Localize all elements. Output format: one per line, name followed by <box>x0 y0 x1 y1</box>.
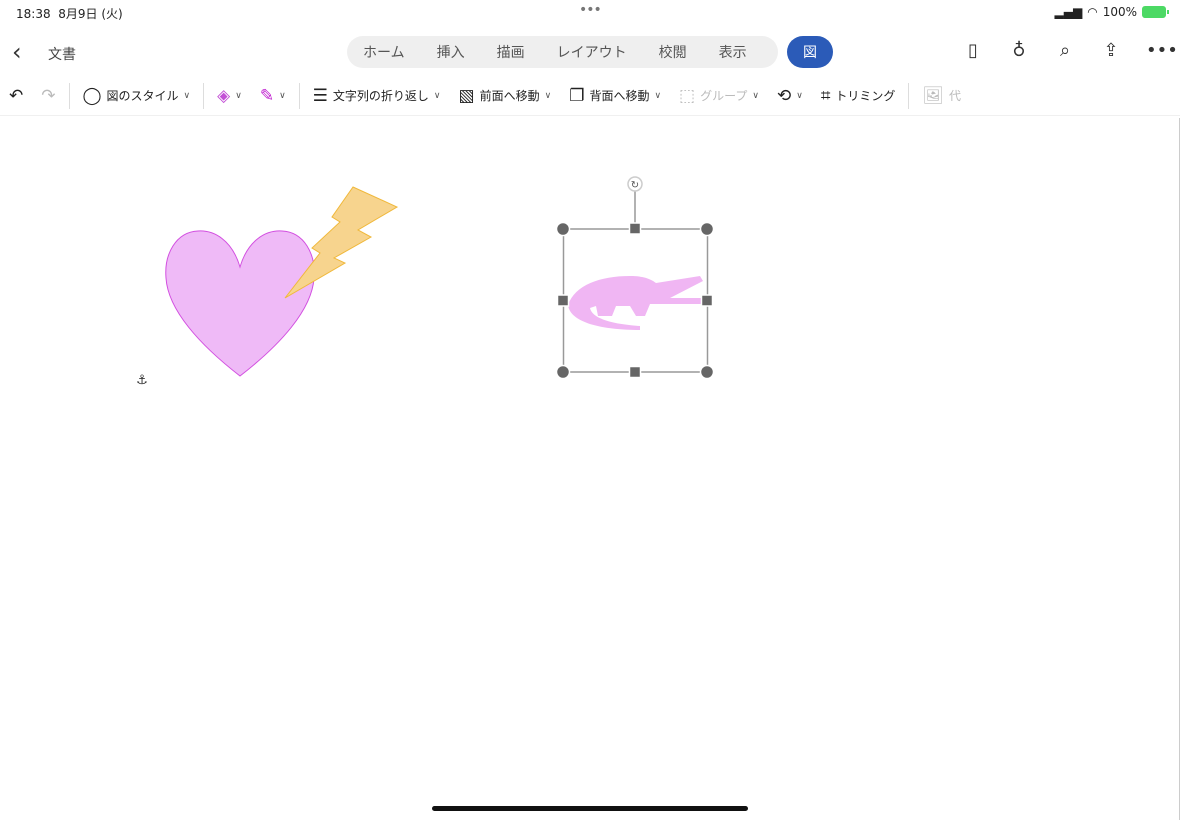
crop-button[interactable]: ⌗ トリミング <box>812 86 905 106</box>
resize-handle-edge[interactable] <box>556 294 570 307</box>
chevron-down-icon: ∨ <box>235 90 242 101</box>
battery-icon <box>1142 6 1169 18</box>
alt-text-button[interactable]: 🖼 代 <box>913 86 970 106</box>
line-color-button[interactable]: ✎ ∨ <box>251 86 295 106</box>
lightbulb-icon[interactable]: ♁ <box>1008 40 1030 61</box>
send-backward-icon: ❐ <box>569 85 585 106</box>
rotate-icon: ↻ <box>631 180 639 191</box>
share-icon[interactable]: ⇪ <box>1100 40 1122 61</box>
picture-style-button[interactable]: ◯ 図のスタイル ∨ <box>74 86 200 106</box>
multitasking-dots-icon[interactable]: ••• <box>579 2 602 18</box>
resize-handle-edge[interactable] <box>700 294 714 307</box>
heart-shape[interactable] <box>165 230 315 377</box>
crocodile-icon[interactable] <box>568 276 703 330</box>
anchor-icon[interactable]: ⚓ <box>136 373 148 388</box>
group-icon: ⬚ <box>679 85 696 106</box>
group-button[interactable]: ⬚ グループ ∨ <box>670 86 768 106</box>
search-icon[interactable]: ⌕ <box>1054 40 1076 61</box>
divider <box>203 82 205 109</box>
resize-handle-corner[interactable] <box>555 221 571 237</box>
chevron-down-icon: ∨ <box>279 90 286 101</box>
fill-button[interactable]: ◈ ∨ <box>208 86 251 106</box>
bring-forward-icon: ▧ <box>458 85 475 106</box>
chevron-down-icon: ∨ <box>654 90 662 101</box>
ribbon-toolbar: ↶ ↷ ◯ 図のスタイル ∨ ◈ ∨ ✎ ∨ ☰ 文字列の折り返し ∨ ▧ 前面へ移動 ∨ ❐ 背… <box>0 76 1180 116</box>
battery-percent: 100% <box>1102 5 1137 19</box>
more-icon[interactable]: ••• <box>1146 40 1178 61</box>
fill-bucket-icon: ◈ <box>217 85 231 106</box>
alt-text-icon: 🖼 <box>922 85 945 106</box>
resize-handle-corner[interactable] <box>555 364 571 380</box>
redo-icon: ↷ <box>41 85 56 106</box>
resize-handle-edge[interactable] <box>628 365 642 379</box>
crop-icon: ⌗ <box>820 85 831 106</box>
ribbon-tabs: ホーム 挿入 描画 レイアウト 校閲 表示 <box>347 36 778 68</box>
chevron-down-icon: ∨ <box>183 90 191 101</box>
send-backward-button[interactable]: ❐ 背面へ移動 ∨ <box>560 86 670 106</box>
divider <box>298 82 300 109</box>
wrap-text-button[interactable]: ☰ 文字列の折り返し ∨ <box>304 86 450 106</box>
tab-insert[interactable]: 挿入 <box>421 42 481 62</box>
document-title[interactable]: 文書 <box>48 44 76 64</box>
document-canvas[interactable]: ⚓ ↻ <box>0 118 1180 820</box>
divider <box>68 82 70 109</box>
bring-forward-button[interactable]: ▧ 前面へ移動 ∨ <box>450 86 561 106</box>
pen-icon: ✎ <box>259 85 275 106</box>
mobile-view-icon[interactable]: ▯ <box>962 40 984 61</box>
tab-review[interactable]: 校閲 <box>643 42 703 62</box>
rotate-icon: ⟲ <box>776 85 792 106</box>
undo-icon: ↶ <box>9 85 24 106</box>
redo-button[interactable]: ↷ <box>32 86 64 106</box>
wifi-icon: ◠ <box>1087 5 1098 19</box>
chevron-down-icon: ∨ <box>796 90 803 101</box>
style-icon: ◯ <box>82 85 102 106</box>
tab-home[interactable]: ホーム <box>347 42 421 62</box>
tab-view[interactable]: 表示 <box>703 42 763 62</box>
divider <box>908 82 910 109</box>
tab-picture[interactable]: 図 <box>787 36 833 68</box>
back-icon[interactable]: ‹ <box>12 38 22 66</box>
time: 18:38 <box>16 7 51 21</box>
tab-layout[interactable]: レイアウト <box>541 42 643 62</box>
status-bar: 18:38 8月9日 (火) ••• ▂▄▆ ◠ 100% <box>0 0 1180 24</box>
date: 8月9日 (火) <box>58 7 123 21</box>
resize-handle-edge[interactable] <box>628 222 642 235</box>
resize-handle-corner[interactable] <box>699 221 715 237</box>
chevron-down-icon: ∨ <box>433 90 441 101</box>
signal-icon: ▂▄▆ <box>1054 5 1083 19</box>
title-bar: ‹ 文書 ホーム 挿入 描画 レイアウト 校閲 表示 図 ▯ ♁ ⌕ ⇪ ••• <box>0 34 1180 70</box>
home-indicator[interactable] <box>432 806 748 811</box>
resize-handle-corner[interactable] <box>699 364 715 380</box>
chevron-down-icon: ∨ <box>752 90 759 101</box>
undo-button[interactable]: ↶ <box>0 86 32 106</box>
tab-draw[interactable]: 描画 <box>481 42 541 62</box>
rotate-button[interactable]: ⟲ ∨ <box>768 86 812 106</box>
wrap-text-icon: ☰ <box>312 85 328 106</box>
chevron-down-icon: ∨ <box>544 90 552 101</box>
